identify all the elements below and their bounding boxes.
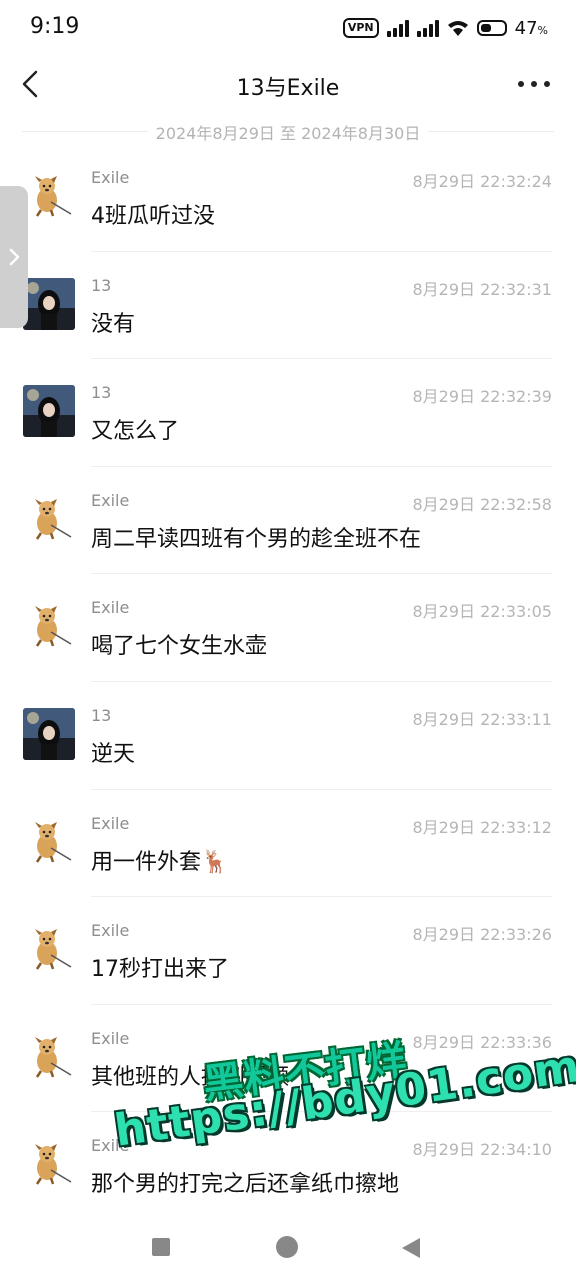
more-options-button[interactable] [518,70,550,98]
message-sender: Exile [91,921,130,941]
wifi-icon [447,21,468,36]
message-time: 8月29日 22:33:05 [412,602,553,622]
vpn-icon: VPN [342,18,379,38]
message-text: 用一件外套🦌 [91,849,229,875]
message-time: 8月29日 22:32:39 [412,387,553,407]
dog-avatar[interactable] [23,1030,75,1083]
message-item[interactable]: Exile 8月29日 22:32:58 周二早读四班有个男的趁全班不在 [0,467,576,575]
message-item[interactable]: Exile 8月29日 22:33:26 17秒打出来了 [0,897,576,1005]
message-time: 8月29日 22:34:10 [412,1140,553,1160]
header: 13与Exile [0,56,576,112]
message-list[interactable]: Exile 8月29日 22:32:24 4班瓜听过没 13 8月29日 22:32:3… [0,144,576,1220]
girl-avatar[interactable] [23,385,75,438]
dog-illustration-icon [35,606,72,648]
home-button[interactable] [276,1236,298,1258]
message-time: 8月29日 22:32:24 [412,172,553,191]
dot-icon [518,81,524,87]
message-text: 4班瓜听过没 [91,204,215,229]
message-text: 那个男的打完之后还拿纸巾擦地 [91,1172,400,1198]
message-item[interactable]: Exile 8月29日 22:33:12 用一件外套🦌 [0,790,576,898]
message-time: 8月29日 22:33:26 [412,925,553,945]
message-sender: Exile [91,168,130,187]
message-time: 8月29日 22:33:12 [412,817,553,837]
message-item[interactable]: Exile 8月29日 22:33:36 其他班的人搞到视频 [0,1005,576,1113]
message-text: 周二早读四班有个男的趁全班不在 [91,526,422,552]
chevron-right-icon [9,248,20,266]
page-title: 13与Exile [236,76,340,101]
dog-illustration-icon [35,821,72,863]
message-sender: Exile [91,813,130,833]
status-bar: 9:19 VPN 47% [0,0,576,56]
message-sender: Exile [91,1028,130,1048]
dot-icon [531,81,537,87]
signal-icon [386,19,409,37]
girl-portrait-icon [23,707,75,760]
message-item[interactable]: 13 8月29日 22:32:39 又怎么了 [0,359,576,467]
battery-icon [476,20,507,36]
dog-illustration-icon [35,498,72,540]
battery-percent: 47% [514,17,548,39]
message-item[interactable]: 13 8月29日 22:33:11 逆天 [0,682,576,790]
message-item[interactable]: Exile 8月29日 22:33:05 喝了七个女生水壶 [0,574,576,682]
dot-icon [544,81,550,87]
message-sender: 13 [91,705,112,725]
dog-illustration-icon [35,1144,72,1186]
message-item[interactable]: Exile 8月29日 22:34:10 那个男的打完之后还拿纸巾擦地 [0,1112,576,1220]
side-expand-tab[interactable] [0,186,28,328]
message-sender: 13 [91,383,112,403]
recent-apps-button[interactable] [152,1238,170,1256]
status-icons: VPN 47% [342,14,548,42]
dog-avatar[interactable] [23,170,75,222]
message-sender: Exile [91,1136,130,1156]
message-text: 其他班的人搞到视频 [91,1064,290,1090]
dog-avatar[interactable] [23,815,75,868]
girl-portrait-icon [23,385,75,438]
dog-illustration-icon [35,176,72,217]
message-time: 8月29日 22:32:31 [412,279,553,299]
message-sender: Exile [91,598,130,618]
message-text: 逆天 [91,741,136,767]
message-sender: 13 [91,275,112,295]
date-range-text: 2024年8月29日 至 2024年8月30日 [147,120,429,144]
message-text: 喝了七个女生水壶 [91,634,268,660]
message-time: 8月29日 22:33:36 [412,1032,553,1052]
girl-portrait-icon [23,277,75,330]
dog-avatar[interactable] [23,492,75,545]
message-item[interactable]: Exile 8月29日 22:32:24 4班瓜听过没 [0,144,576,252]
status-time: 9:19 [30,14,80,39]
message-text: 没有 [91,311,136,337]
message-sender: Exile [91,490,130,510]
girl-avatar[interactable] [23,277,75,330]
message-item[interactable]: 13 8月29日 22:32:31 没有 [0,252,576,360]
girl-avatar[interactable] [23,707,75,760]
system-nav-bar [0,1210,576,1280]
message-text: 又怎么了 [91,419,180,445]
dog-avatar[interactable] [23,1138,75,1191]
back-triangle-icon[interactable] [400,1236,422,1260]
dog-avatar[interactable] [23,923,75,976]
message-text: 17秒打出来了 [91,957,229,983]
message-time: 8月29日 22:33:11 [412,709,553,729]
date-range-header: 2024年8月29日 至 2024年8月30日 [0,118,576,146]
dog-illustration-icon [35,1036,72,1078]
dog-avatar[interactable] [23,600,75,653]
dog-illustration-icon [35,929,72,970]
message-time: 8月29日 22:32:58 [412,494,553,514]
signal-icon-2 [416,19,439,37]
